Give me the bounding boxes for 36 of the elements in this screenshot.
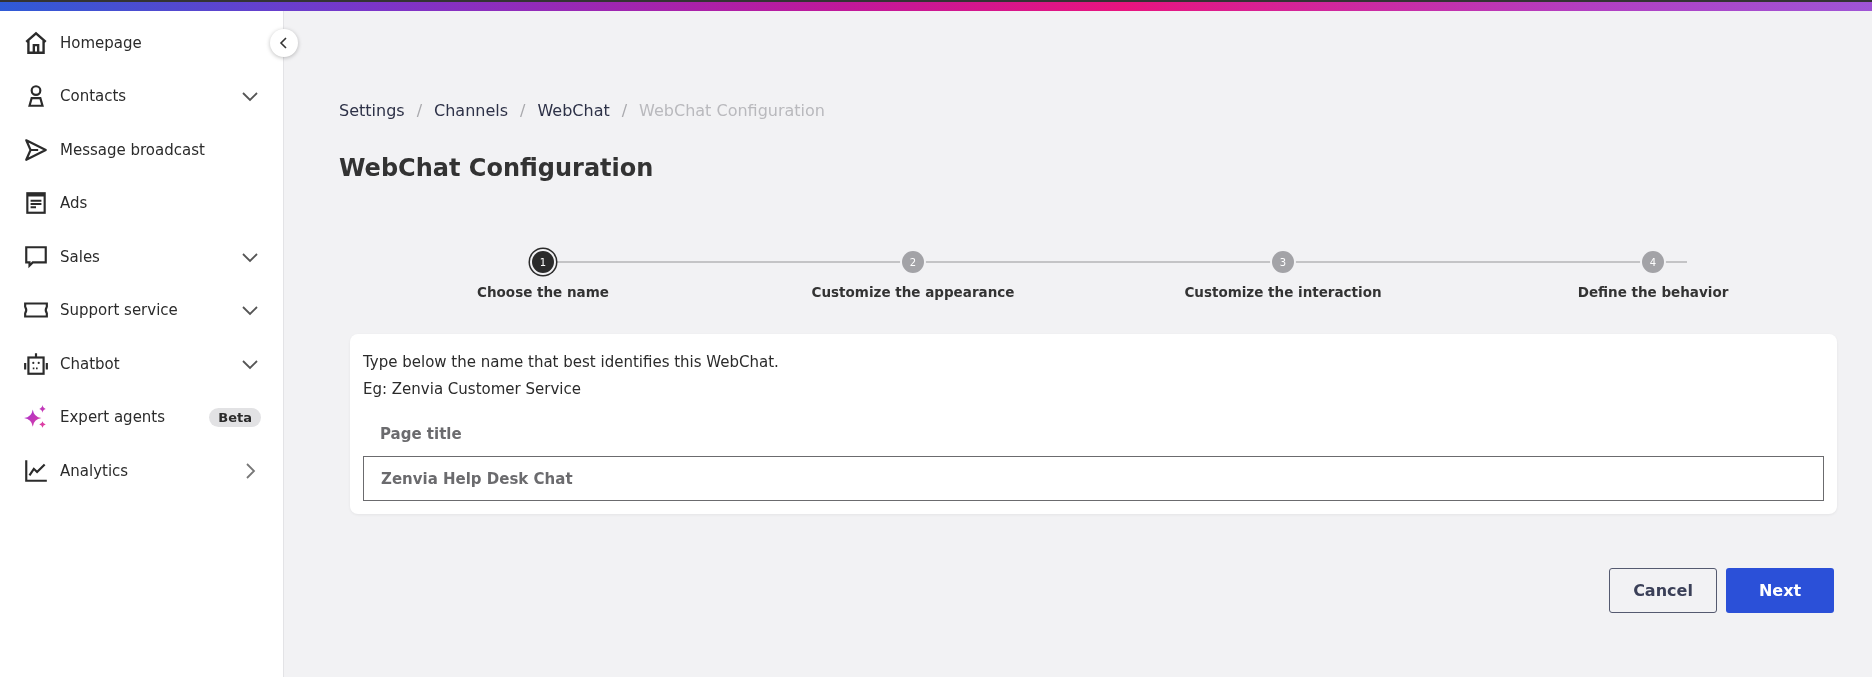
page-title-field[interactable]: Zenvia Help Desk Chat bbox=[363, 456, 1824, 501]
sidebar-item[interactable]: Chatbot bbox=[60, 354, 239, 373]
sidebar-item[interactable]: Support service bbox=[60, 301, 239, 320]
field-label: Page title bbox=[380, 425, 463, 443]
line-chart-icon[interactable] bbox=[23, 457, 49, 484]
sparkle-icon[interactable] bbox=[23, 404, 49, 431]
instruction-text: Type below the name that best identifies this WebChat. bbox=[363, 352, 780, 373]
breadcrumb-separator: / bbox=[416, 101, 422, 120]
cancel-button[interactable]: Cancel bbox=[1609, 568, 1717, 613]
sidebar-item[interactable]: Contacts bbox=[60, 87, 239, 106]
breadcrumb-link[interactable]: Channels bbox=[434, 101, 509, 120]
breadcrumb-separator: / bbox=[621, 101, 628, 120]
step-label: Customize the appearance bbox=[811, 284, 1015, 300]
breadcrumb-separator: / bbox=[520, 101, 526, 120]
step-label: Define the behavior bbox=[1577, 284, 1729, 300]
breadcrumb-link[interactable]: Settings bbox=[339, 101, 405, 120]
speech-bubble-icon[interactable] bbox=[23, 243, 49, 270]
beta-badge: Beta bbox=[209, 407, 261, 427]
document-icon[interactable] bbox=[23, 190, 49, 217]
page-title: WebChat Configuration bbox=[339, 154, 655, 182]
breadcrumb-link[interactable]: WebChat bbox=[537, 101, 610, 120]
sidebar-item[interactable]: Ads bbox=[60, 194, 261, 213]
example-text: Eg: Zenvia Customer Service bbox=[363, 379, 582, 400]
step-number[interactable]: 1 bbox=[530, 249, 556, 275]
step-label: Choose the name bbox=[477, 284, 609, 300]
robot-icon[interactable] bbox=[23, 350, 49, 377]
sidebar-item[interactable]: Homepage bbox=[60, 33, 261, 52]
house-icon[interactable] bbox=[23, 29, 49, 56]
paper-plane-icon[interactable] bbox=[23, 136, 49, 163]
sidebar-item[interactable]: Expert agents bbox=[60, 408, 210, 427]
sidebar-item[interactable]: Analytics bbox=[60, 461, 239, 480]
sidebar-item[interactable]: Message broadcast bbox=[60, 140, 261, 159]
collapse-sidebar-button[interactable] bbox=[270, 29, 298, 57]
next-button[interactable]: Next bbox=[1726, 568, 1834, 613]
step-label: Customize the interaction bbox=[1184, 284, 1382, 300]
sidebar-item[interactable]: Sales bbox=[60, 247, 239, 266]
